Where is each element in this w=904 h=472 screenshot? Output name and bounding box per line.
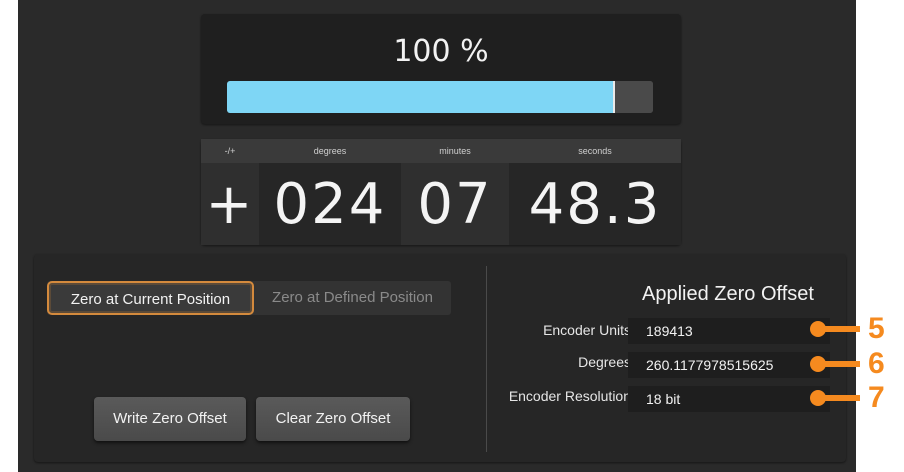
callout-number-5: 5	[868, 312, 885, 345]
zero-mode-toggle: Zero at Current Position Zero at Defined…	[47, 281, 451, 315]
write-zero-offset-button[interactable]: Write Zero Offset	[94, 397, 246, 441]
degrees-value: 024	[259, 163, 401, 245]
zero-offset-panel: Zero at Current Position Zero at Defined…	[34, 254, 846, 462]
applied-offset-title: Applied Zero Offset	[642, 283, 814, 305]
encoder-units-label: Encoder Units	[543, 322, 631, 338]
encoder-resolution-field: 18 bit	[628, 386, 830, 412]
minutes-header: minutes	[401, 139, 509, 163]
degrees-header: degrees	[259, 139, 401, 163]
sign-header: -/+	[201, 139, 259, 163]
progress-bar	[227, 81, 653, 113]
angle-display: -/+ + degrees 024 minutes 07 seconds 48.…	[201, 139, 681, 245]
encoder-units-field: 189413	[628, 318, 830, 344]
seconds-column: seconds 48.3	[509, 139, 681, 245]
callout-number-7: 7	[868, 381, 885, 414]
sign-column: -/+ +	[201, 139, 259, 245]
progress-percent: 100 %	[393, 34, 489, 69]
degrees-label: Degrees	[578, 354, 631, 370]
degrees-column: degrees 024	[259, 139, 401, 245]
clear-zero-offset-button[interactable]: Clear Zero Offset	[256, 397, 410, 441]
zero-current-position-option[interactable]: Zero at Current Position	[47, 281, 254, 315]
seconds-header: seconds	[509, 139, 681, 163]
zero-offset-app: 100 % -/+ + degrees 024 minutes 07 secon…	[18, 0, 856, 472]
progress-end-marker	[613, 81, 653, 113]
minutes-column: minutes 07	[401, 139, 509, 245]
progress-panel: 100 %	[201, 14, 681, 124]
seconds-value: 48.3	[509, 163, 681, 245]
zero-defined-position-option[interactable]: Zero at Defined Position	[254, 281, 451, 315]
progress-fill	[227, 81, 613, 113]
minutes-value: 07	[401, 163, 509, 245]
panel-divider	[486, 266, 487, 452]
degrees-field: 260.1177978515625	[628, 352, 830, 378]
encoder-resolution-label: Encoder Resolution	[508, 388, 631, 404]
sign-value: +	[201, 163, 259, 245]
callout-number-6: 6	[868, 347, 885, 380]
